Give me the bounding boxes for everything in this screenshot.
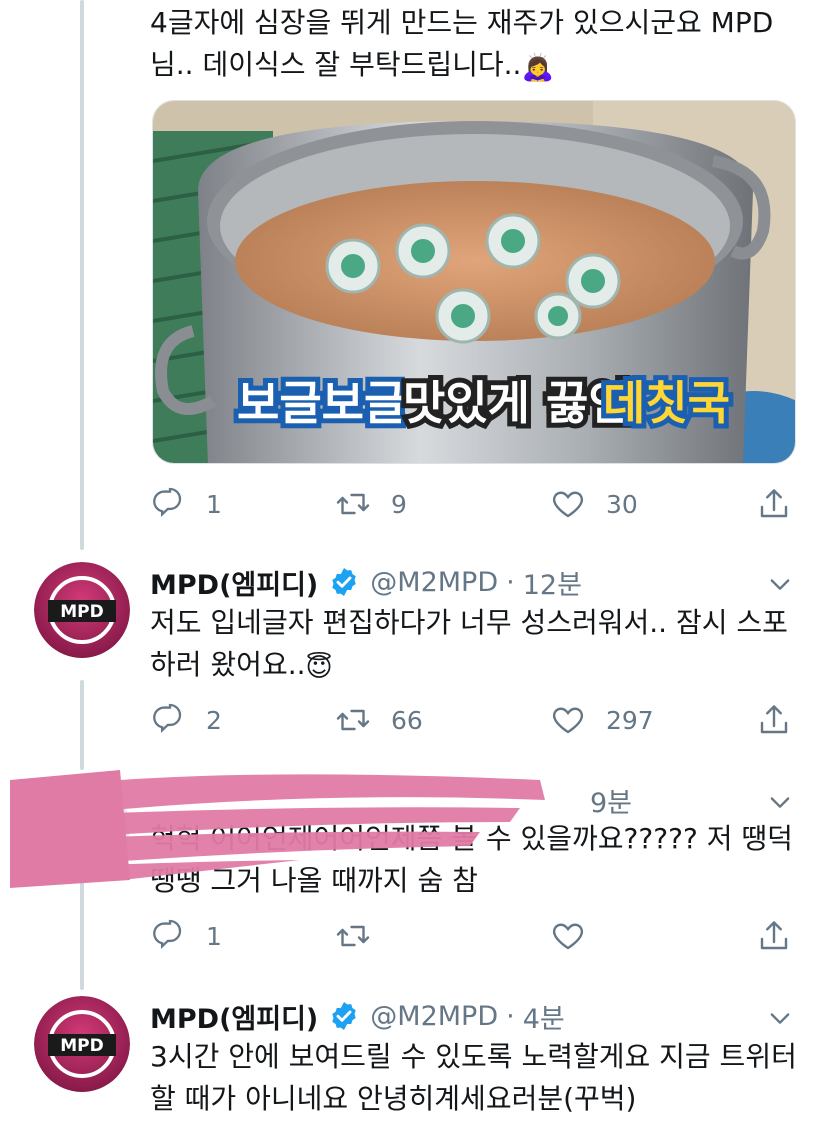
avatar[interactable] [34, 780, 130, 876]
avatar[interactable]: MPD [34, 562, 130, 658]
avatar-label: MPD [60, 1036, 104, 1056]
reply-button[interactable]: 2 [150, 698, 222, 742]
tweet-text: 3시간 안에 보여드릴 수 있도록 노력할게요 지금 트위터 할 때가 아니네요… [150, 1040, 797, 1115]
retweet-icon [336, 709, 370, 731]
caption-word-3: 데칫국 [603, 376, 730, 430]
like-button[interactable]: 297 [550, 698, 654, 742]
handle[interactable]: @M2MPD [370, 567, 498, 598]
share-button[interactable] [756, 482, 792, 526]
like-button[interactable] [550, 914, 586, 958]
verified-badge-icon [332, 1002, 357, 1030]
heart-icon [552, 923, 584, 950]
thread-line [80, 880, 84, 990]
tweet-text: 4글자에 심장을 뛰게 만드는 재주가 있으시군요 MPD 님.. 데이식스 잘… [150, 2, 800, 89]
reply-count: 1 [206, 489, 222, 519]
like-button[interactable]: 30 [550, 482, 638, 526]
share-icon [760, 705, 788, 734]
reply-count: 2 [206, 705, 222, 735]
reply-count: 1 [206, 921, 222, 951]
bowing-person-emoji: 🙇‍♀️ [521, 53, 554, 83]
mpd-logo-icon: MPD [34, 996, 130, 1092]
separator-dot: · [506, 1000, 515, 1032]
reply-icon [153, 703, 182, 734]
retweet-icon [336, 493, 370, 515]
heart-icon [552, 707, 584, 734]
chevron-down-icon[interactable] [766, 1004, 794, 1032]
heart-icon [552, 491, 584, 518]
thread-line [80, 680, 84, 770]
tweet-header: 9분 [590, 780, 632, 820]
verified-badge-icon [332, 568, 357, 596]
tweet-header: MPD(엠피디) @M2MPD · 12분 [150, 562, 582, 602]
timestamp[interactable]: 12분 [523, 563, 582, 602]
share-icon [760, 489, 788, 518]
retweet-button[interactable]: 9 [335, 482, 407, 526]
display-name[interactable]: MPD(엠피디) [150, 997, 318, 1036]
avatar-label: MPD [60, 602, 104, 622]
reply-button[interactable]: 1 [150, 482, 222, 526]
tweet-actions: 1 9 30 [150, 482, 800, 526]
tweet-text: 헉헉 어어언제어어언제쯤 볼 수 있을까요????? 저 땡덕땡땡 그거 나올 … [150, 822, 793, 897]
retweet-count: 66 [391, 705, 423, 735]
handle[interactable]: @M2MPD [370, 1001, 498, 1032]
timestamp[interactable]: 4분 [523, 997, 565, 1036]
like-count: 30 [606, 489, 638, 519]
reply-icon [153, 487, 182, 518]
tweet-actions: 2 66 297 [150, 698, 800, 742]
retweet-icon [336, 925, 370, 947]
caption-word-2: 맛있게 끓인 [403, 376, 631, 430]
chevron-down-icon[interactable] [766, 788, 794, 816]
smiling-face-with-halo-emoji: 😇 [305, 653, 333, 683]
separator-dot: · [506, 566, 515, 598]
tweet-text: 저도 입네글자 편집하다가 너무 성스러워서.. 잠시 스포하러 왔어요..😇 [150, 602, 800, 689]
reply-icon [153, 919, 182, 950]
timestamp[interactable]: 9분 [590, 781, 632, 820]
tweet-media-image[interactable]: 보글보글 맛있게 끓인 데칫국 [152, 100, 796, 464]
chevron-down-icon[interactable] [766, 570, 794, 598]
tweet-header: MPD(엠피디) @M2MPD · 4분 [150, 996, 565, 1036]
soup-pot-image: 보글보글 맛있게 끓인 데칫국 [153, 101, 795, 463]
thread-line [80, 0, 84, 550]
mpd-logo-icon: MPD [34, 562, 130, 658]
share-button[interactable] [756, 698, 792, 742]
caption-word-1: 보글보글 [237, 376, 406, 430]
like-count: 297 [606, 705, 654, 735]
retweet-button[interactable] [335, 914, 371, 958]
display-name[interactable]: MPD(엠피디) [150, 563, 318, 602]
share-icon [760, 921, 788, 950]
retweet-button[interactable]: 66 [335, 698, 423, 742]
reply-button[interactable]: 1 [150, 914, 222, 958]
retweet-count: 9 [391, 489, 407, 519]
tweet-actions: 1 [150, 914, 800, 958]
share-button[interactable] [756, 914, 792, 958]
avatar[interactable]: MPD [34, 996, 130, 1092]
